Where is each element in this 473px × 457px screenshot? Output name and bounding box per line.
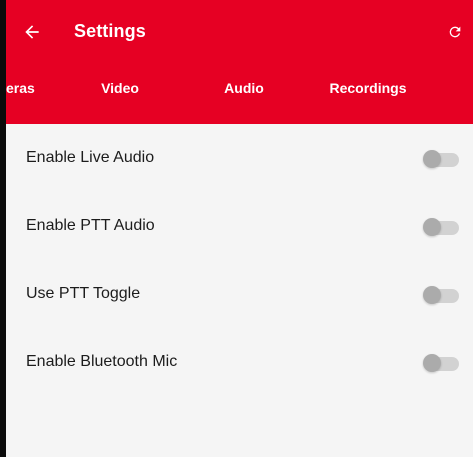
window-left-edge bbox=[0, 0, 6, 457]
setting-enable-bluetooth-mic[interactable]: Enable Bluetooth Mic bbox=[6, 328, 473, 396]
tab-label: Audio bbox=[224, 79, 264, 96]
tab-label: eras bbox=[6, 79, 35, 96]
page-title: Settings bbox=[74, 21, 146, 41]
setting-label: Enable Bluetooth Mic bbox=[26, 353, 178, 370]
enable-bluetooth-mic-switch[interactable] bbox=[423, 352, 459, 372]
back-button[interactable] bbox=[18, 18, 46, 46]
refresh-button[interactable] bbox=[443, 20, 467, 44]
tab-audio[interactable]: Audio bbox=[182, 64, 306, 111]
switch-thumb bbox=[423, 150, 441, 168]
use-ptt-toggle-switch[interactable] bbox=[423, 284, 459, 304]
app-bar: Settings eras Video Audio Recordings bbox=[6, 0, 473, 124]
setting-enable-ptt-audio[interactable]: Enable PTT Audio bbox=[6, 192, 473, 260]
setting-label: Enable Live Audio bbox=[26, 149, 155, 166]
setting-enable-live-audio[interactable]: Enable Live Audio bbox=[6, 124, 473, 192]
tab-label: Recordings bbox=[329, 79, 407, 96]
tab-label: Video bbox=[101, 79, 139, 96]
switch-thumb bbox=[423, 286, 441, 304]
tab-video[interactable]: Video bbox=[58, 64, 182, 111]
setting-label: Enable PTT Audio bbox=[26, 217, 155, 234]
toolbar: Settings bbox=[6, 0, 473, 64]
enable-ptt-audio-switch[interactable] bbox=[423, 216, 459, 236]
audio-settings-list: Enable Live Audio Enable PTT Audio Use P… bbox=[6, 124, 473, 457]
tab-bar: eras Video Audio Recordings bbox=[6, 64, 473, 111]
switch-thumb bbox=[423, 218, 441, 236]
switch-thumb bbox=[423, 354, 441, 372]
refresh-icon bbox=[449, 26, 461, 38]
setting-use-ptt-toggle[interactable]: Use PTT Toggle bbox=[6, 260, 473, 328]
arrow-left-icon bbox=[25, 25, 39, 39]
enable-live-audio-switch[interactable] bbox=[423, 148, 459, 168]
tab-cameras[interactable]: eras bbox=[6, 64, 54, 111]
tab-recordings[interactable]: Recordings bbox=[306, 64, 430, 111]
setting-label: Use PTT Toggle bbox=[26, 285, 141, 302]
